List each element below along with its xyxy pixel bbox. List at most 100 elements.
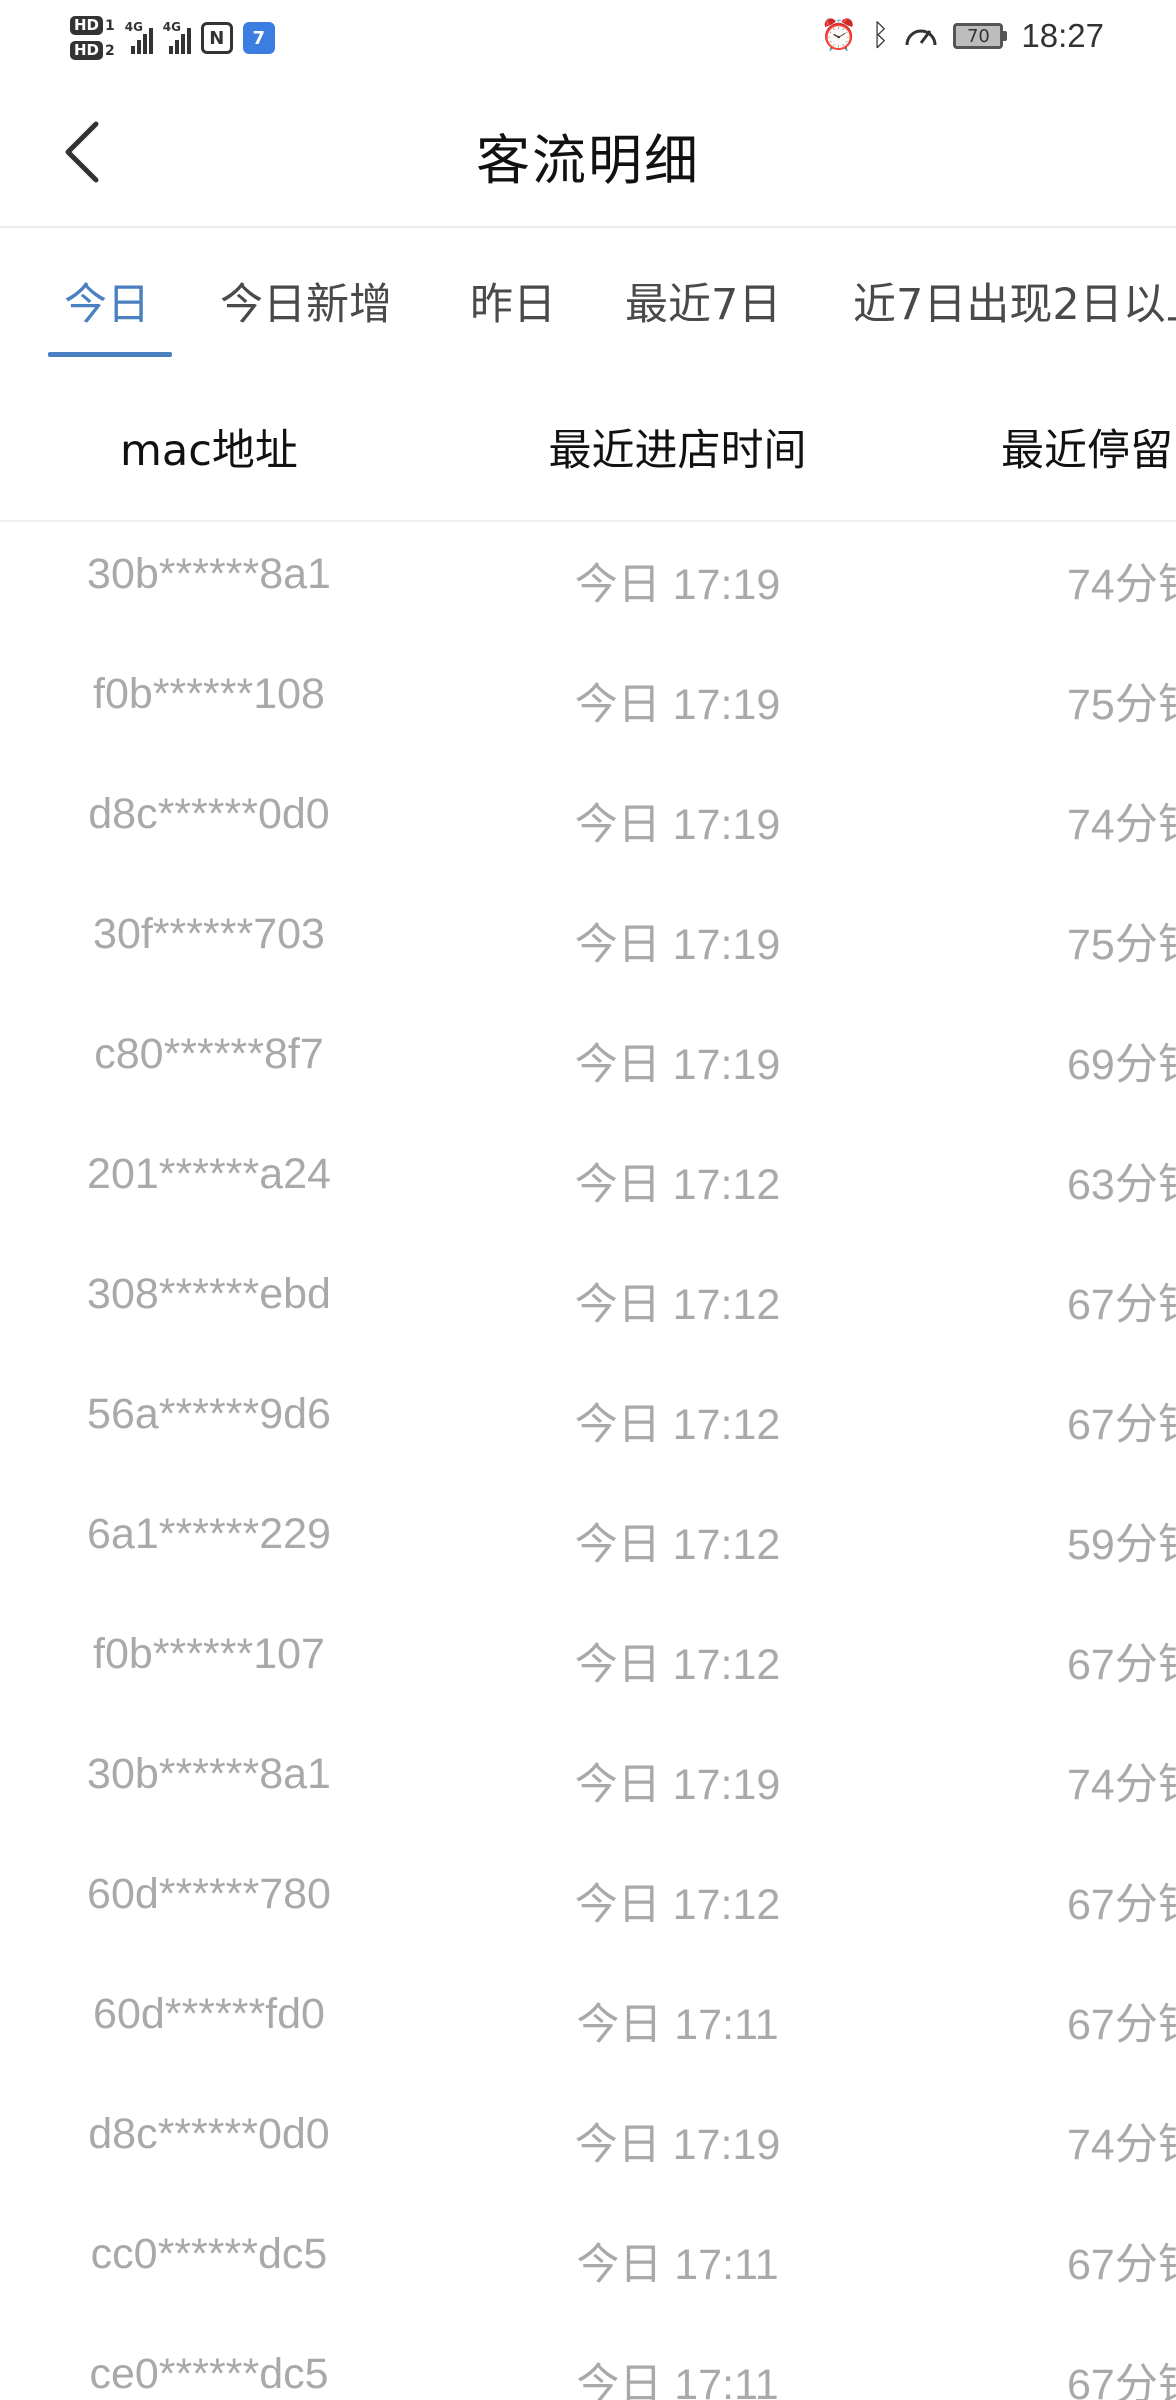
tab-last-7-days[interactable]: 最近7日 [625,270,781,332]
stay-duration-cell: 67分钟 [1067,1881,1176,1929]
visit-time-cell: 今日 17:19 [574,561,781,609]
mac-cell: 6a1******229 [87,1510,331,1558]
table-row[interactable]: c80******8f7 今日 17:19 69分钟 [0,1002,1176,1122]
mac-cell: f0b******107 [93,1630,325,1678]
page-title: 客流明细 [476,129,700,192]
battery-level: 70 [953,23,1004,49]
mac-cell: f0b******108 [93,670,325,718]
table-row[interactable]: 30b******8a1 今日 17:19 74分钟 [0,522,1176,642]
status-bar: HD 1 HD 2 4G 4G N 7 ⏰ ᛒ 70 18:27 [0,0,1176,72]
hd-badge-1: HD 1 [70,16,115,35]
table-header: mac地址 最近进店时间 最近停留时长 [0,358,1176,522]
visit-time-cell: 今日 17:19 [574,681,781,729]
column-header-last-stay: 最近停留时长 [1001,426,1176,476]
nfc-icon: N [200,22,233,54]
mac-cell: 30f******703 [93,910,325,958]
visit-time-cell: 今日 17:12 [574,1281,781,1329]
mac-cell: 60d******780 [87,1870,331,1918]
stay-duration-cell: 69分钟 [1067,1041,1176,1089]
hd-label: HD [70,41,104,60]
stay-duration-cell: 67分钟 [1067,2361,1176,2400]
tab-yesterday[interactable]: 昨日 [470,270,556,332]
mac-cell: 308******ebd [87,1270,331,1318]
tab-today[interactable]: 今日 [64,270,150,332]
active-tab-indicator [48,352,172,357]
visit-time-cell: 今日 17:19 [574,801,781,849]
tab-bar: 今日 今日新增 昨日 最近7日 近7日出现2日以上 [0,228,1176,358]
table-row[interactable]: ce0******dc5 今日 17:11 67分钟 [0,2322,1176,2400]
table-row[interactable]: d8c******0d0 今日 17:19 74分钟 [0,2082,1176,2202]
stay-duration-cell: 74分钟 [1067,2121,1176,2169]
hd-label: HD [70,16,104,35]
table-row[interactable]: 30b******8a1 今日 17:19 74分钟 [0,1722,1176,1842]
visit-time-cell: 今日 17:11 [576,2241,779,2289]
stay-duration-cell: 63分钟 [1067,1161,1176,1209]
hd-num: 2 [105,42,115,59]
visit-time-cell: 今日 17:12 [574,1521,781,1569]
mac-cell: 30b******8a1 [87,550,331,598]
signal-icon: 4G [162,20,191,54]
stay-duration-cell: 67分钟 [1067,1641,1176,1689]
column-header-mac: mac地址 [120,426,298,476]
column-header-last-visit: 最近进店时间 [548,426,807,476]
tab-7-days-2plus[interactable]: 近7日出现2日以上 [853,270,1176,332]
visit-time-cell: 今日 17:19 [574,2121,781,2169]
mac-cell: d8c******0d0 [88,2110,330,2158]
stay-duration-cell: 59分钟 [1067,1521,1176,1569]
bluetooth-icon: ᛒ [871,18,890,53]
table-row[interactable]: f0b******108 今日 17:19 75分钟 [0,642,1176,762]
visit-time-cell: 今日 17:19 [574,1761,781,1809]
table-row[interactable]: 60d******fd0 今日 17:11 67分钟 [0,1962,1176,2082]
visit-time-cell: 今日 17:11 [576,2001,779,2049]
table-row[interactable]: 60d******780 今日 17:12 67分钟 [0,1842,1176,1962]
status-time: 18:27 [1021,17,1104,54]
table-row[interactable]: 6a1******229 今日 17:12 59分钟 [0,1482,1176,1602]
hd-indicators: HD 1 HD 2 [70,16,115,60]
mac-cell: d8c******0d0 [88,790,330,838]
visit-time-cell: 今日 17:11 [576,2361,779,2400]
hd-num: 1 [105,17,115,34]
hd-badge-2: HD 2 [70,41,115,60]
signal-icon: 4G [124,20,153,54]
stay-duration-cell: 74分钟 [1067,561,1176,609]
stay-duration-cell: 67分钟 [1067,2241,1176,2289]
visit-time-cell: 今日 17:12 [574,1401,781,1449]
visit-time-cell: 今日 17:12 [574,1641,781,1689]
mac-cell: c80******8f7 [94,1030,324,1078]
visit-time-cell: 今日 17:19 [574,921,781,969]
stay-duration-cell: 67分钟 [1067,1401,1176,1449]
stay-duration-cell: 74分钟 [1067,1761,1176,1809]
battery-icon: 70 [953,23,1008,49]
alarm-icon: ⏰ [820,18,858,53]
mac-cell: 201******a24 [87,1150,331,1198]
app-notification-icon: 7 [242,22,275,54]
stay-duration-cell: 67分钟 [1067,2001,1176,2049]
table-row[interactable]: 308******ebd 今日 17:12 67分钟 [0,1242,1176,1362]
table-row[interactable]: 201******a24 今日 17:12 63分钟 [0,1122,1176,1242]
visit-time-cell: 今日 17:12 [574,1881,781,1929]
stay-duration-cell: 75分钟 [1067,681,1176,729]
speed-icon [903,19,939,53]
visitor-list: 30b******8a1 今日 17:19 74分钟 f0b******108 … [0,522,1176,2400]
table-row[interactable]: f0b******107 今日 17:12 67分钟 [0,1602,1176,1722]
table-row[interactable]: 30f******703 今日 17:19 75分钟 [0,882,1176,1002]
status-left: HD 1 HD 2 4G 4G N 7 [70,10,275,66]
mac-cell: 30b******8a1 [87,1750,331,1798]
table-row[interactable]: d8c******0d0 今日 17:19 74分钟 [0,762,1176,882]
mac-cell: cc0******dc5 [90,2230,328,2278]
tab-today-new[interactable]: 今日新增 [220,270,392,332]
table-row[interactable]: 56a******9d6 今日 17:12 67分钟 [0,1362,1176,1482]
visit-time-cell: 今日 17:19 [574,1041,781,1089]
visit-time-cell: 今日 17:12 [574,1161,781,1209]
mac-cell: ce0******dc5 [89,2350,329,2398]
header: 客流明细 [0,72,1176,228]
stay-duration-cell: 75分钟 [1067,921,1176,969]
network-type: 4G [162,20,181,34]
mac-cell: 60d******fd0 [93,1990,325,2038]
table-row[interactable]: cc0******dc5 今日 17:11 67分钟 [0,2202,1176,2322]
stay-duration-cell: 74分钟 [1067,801,1176,849]
mac-cell: 56a******9d6 [87,1390,331,1438]
stay-duration-cell: 67分钟 [1067,1281,1176,1329]
network-type: 4G [124,20,143,34]
status-right: ⏰ ᛒ 70 18:27 [820,12,1104,60]
